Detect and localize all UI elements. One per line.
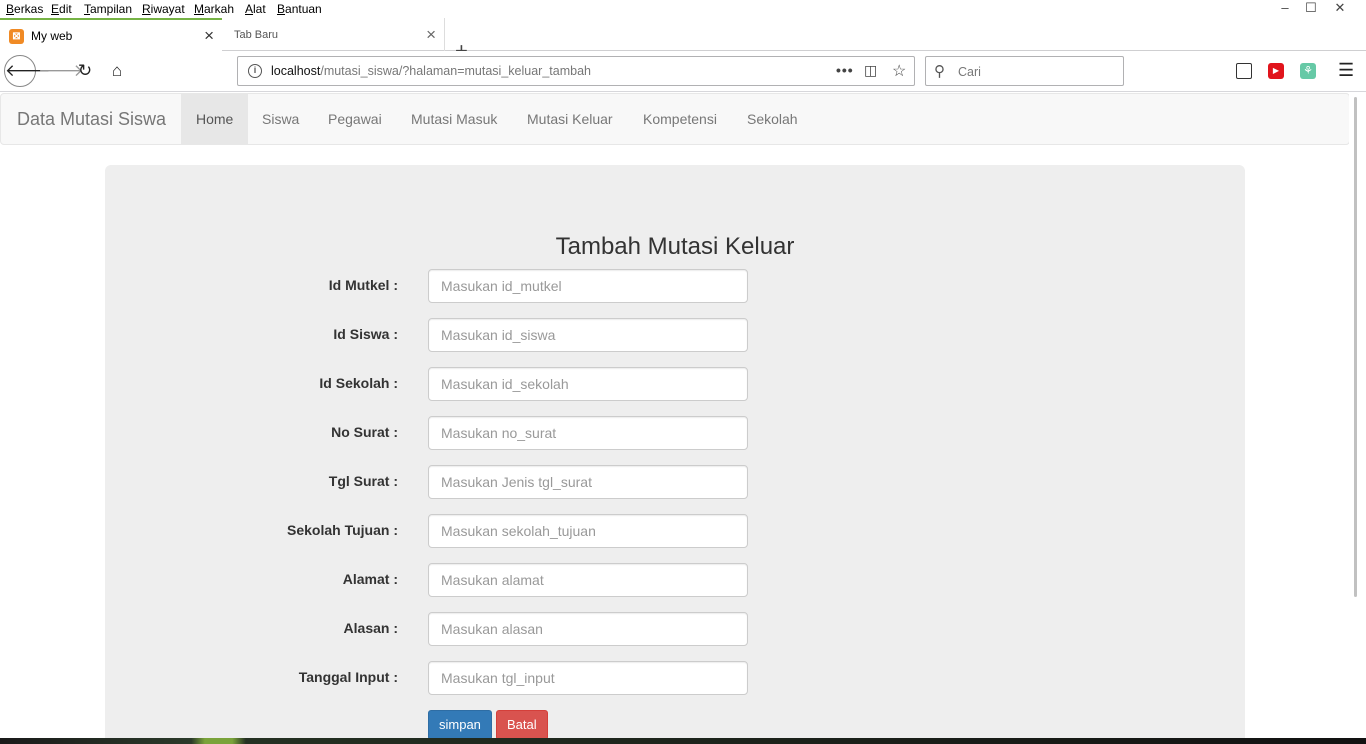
label-alamat: Alamat : — [342, 571, 398, 587]
os-taskbar — [0, 738, 1366, 744]
input-id-mutkel[interactable] — [428, 269, 748, 303]
nav-siswa[interactable]: Siswa — [247, 94, 314, 144]
tab-my-web[interactable]: ⊠ My web × — [0, 18, 222, 51]
tab-tab-baru[interactable]: Tab Baru × — [223, 18, 445, 51]
label-id-siswa: Id Siswa : — [333, 326, 398, 342]
site-navbar: Data Mutasi Siswa Home Siswa Pegawai Mut… — [0, 93, 1350, 145]
page-scrollbar[interactable] — [1349, 93, 1366, 738]
label-id-sekolah: Id Sekolah : — [319, 375, 398, 391]
back-icon[interactable]: 🡐 — [4, 55, 51, 87]
menu-edit[interactable]: Edit — [51, 2, 72, 16]
menu-riwayat[interactable]: Riwayat — [142, 2, 185, 16]
library-icon[interactable] — [1236, 63, 1252, 79]
input-no-surat[interactable] — [428, 416, 748, 450]
bookmark-star-icon[interactable]: ☆ — [892, 61, 906, 81]
page-actions-icon[interactable]: ••• — [836, 62, 854, 78]
home-icon[interactable]: ⌂ — [102, 56, 132, 86]
form-title: Tambah Mutasi Keluar — [555, 233, 795, 260]
youtube-icon[interactable]: ▶ — [1268, 63, 1284, 79]
url-text: localhost/mutasi_siswa/?halaman=mutasi_k… — [271, 64, 591, 78]
input-alamat[interactable] — [428, 563, 748, 597]
site-brand[interactable]: Data Mutasi Siswa — [17, 109, 166, 130]
menu-bantuan[interactable]: Bantuan — [277, 2, 322, 16]
label-tgl-surat: Tgl Surat : — [328, 473, 398, 489]
window-close-button[interactable]: ✕ — [1325, 0, 1355, 18]
nav-mutasi-keluar[interactable]: Mutasi Keluar — [512, 94, 628, 144]
menu-alat[interactable]: Alat — [245, 2, 266, 16]
label-tanggal-input: Tanggal Input : — [298, 669, 398, 685]
form-container: Tambah Mutasi Keluar Id Mutkel : Id Sisw… — [105, 165, 1245, 738]
menu-tampilan[interactable]: Tampilan — [84, 2, 132, 16]
input-tgl-surat[interactable] — [428, 465, 748, 499]
nav-mutasi-masuk[interactable]: Mutasi Masuk — [396, 94, 512, 144]
label-alasan: Alasan : — [343, 620, 398, 636]
tab-title: My web — [31, 29, 73, 43]
page-viewport: Data Mutasi Siswa Home Siswa Pegawai Mut… — [0, 93, 1366, 738]
browser-toolbar: 🡐 🡒 ↻ ⌂ i localhost/mutasi_siswa/?halama… — [0, 51, 1366, 92]
pocket-icon[interactable]: ◫ — [864, 62, 877, 79]
maximize-button[interactable]: ☐ — [1296, 0, 1326, 18]
search-bar[interactable]: ⚲ Cari — [925, 56, 1124, 86]
url-bar[interactable]: i localhost/mutasi_siswa/?halaman=mutasi… — [237, 56, 915, 86]
input-alasan[interactable] — [428, 612, 748, 646]
tab-strip: ⊠ My web × Tab Baru × + — [0, 18, 1366, 62]
input-id-sekolah[interactable] — [428, 367, 748, 401]
label-sekolah-tujuan: Sekolah Tujuan : — [287, 522, 398, 538]
nav-pegawai[interactable]: Pegawai — [313, 94, 397, 144]
close-tab-icon[interactable]: × — [204, 26, 214, 46]
nav-kompetensi[interactable]: Kompetensi — [628, 94, 732, 144]
simpan-button[interactable]: simpan — [428, 710, 492, 738]
menu-bar: Berkas Edit Tampilan Riwayat Markah Alat… — [0, 0, 1366, 18]
search-icon: ⚲ — [934, 63, 945, 80]
scrollbar-thumb[interactable] — [1354, 97, 1357, 597]
label-id-mutkel: Id Mutkel : — [328, 277, 398, 293]
menu-berkas[interactable]: Berkas — [6, 2, 43, 16]
site-info-icon[interactable]: i — [248, 64, 262, 78]
nav-home[interactable]: Home — [181, 94, 249, 144]
forward-icon[interactable]: 🡒 — [38, 56, 84, 86]
hamburger-menu-icon[interactable]: ☰ — [1338, 61, 1354, 79]
tab-title: Tab Baru — [234, 29, 279, 41]
xampp-icon: ⊠ — [9, 29, 24, 44]
menu-markah[interactable]: Markah — [194, 2, 234, 16]
input-sekolah-tujuan[interactable] — [428, 514, 748, 548]
search-placeholder: Cari — [958, 65, 981, 79]
input-id-siswa[interactable] — [428, 318, 748, 352]
label-no-surat: No Surat : — [331, 424, 398, 440]
input-tanggal-input[interactable] — [428, 661, 748, 695]
close-tab-icon[interactable]: × — [426, 25, 436, 45]
nav-sekolah[interactable]: Sekolah — [732, 94, 813, 144]
batal-button[interactable]: Batal — [496, 710, 548, 738]
extension-icon[interactable]: ⚘ — [1300, 63, 1316, 79]
reload-icon[interactable]: ↻ — [70, 56, 100, 86]
